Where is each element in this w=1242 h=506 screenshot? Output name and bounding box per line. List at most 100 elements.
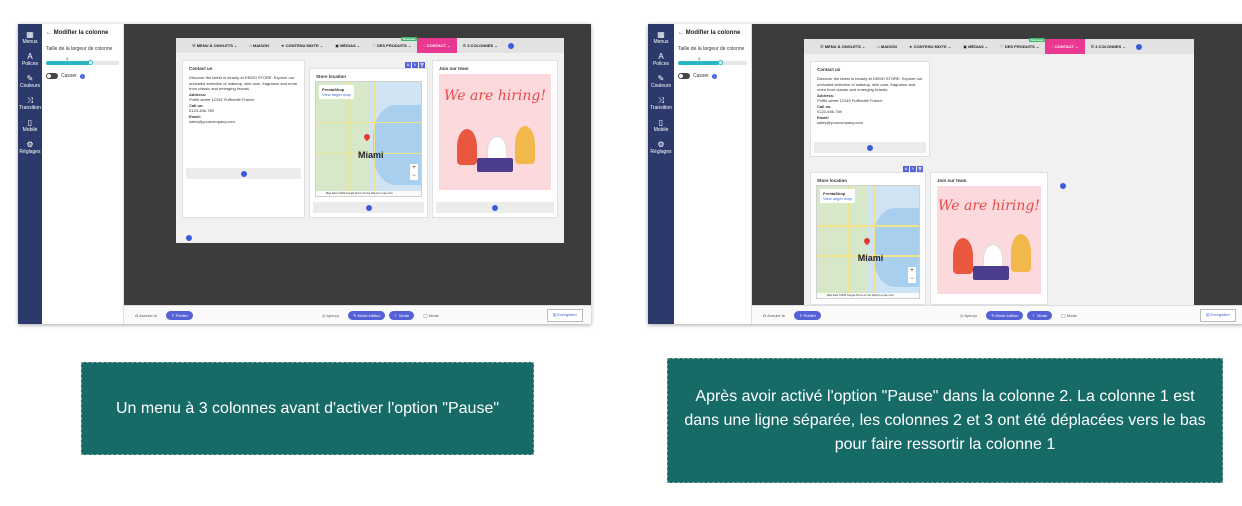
- add-block-bar[interactable]: [436, 202, 554, 213]
- save-button[interactable]: 🖫 Enregistrer: [1199, 308, 1236, 322]
- side-navigation: ▦ Menus A Polices ✎ Couleurs ⤨ Transition ▯ M…: [18, 24, 42, 324]
- delete-icon[interactable]: 🗑: [917, 166, 923, 172]
- column-contact[interactable]: Contact us Discover the latest in beauty…: [810, 61, 930, 157]
- break-option: Casser ?: [678, 73, 747, 79]
- menu-item-contact[interactable]: ◌ CONTACT ⌄: [417, 38, 457, 53]
- menu-item-contact[interactable]: ◌ CONTACT ⌄: [1045, 39, 1085, 54]
- add-block-button[interactable]: [492, 204, 498, 211]
- nav-item-fonts[interactable]: A Polices: [22, 52, 38, 67]
- menu-item-mixed[interactable]: ★ CONTENU MIXTE ⌄: [903, 39, 957, 54]
- add-row-button[interactable]: [186, 228, 192, 246]
- duplicate-icon[interactable]: ⧉: [405, 62, 411, 68]
- break-label: Casser: [61, 73, 77, 79]
- mobile-icon: ▯: [658, 118, 664, 127]
- brush-icon: ✎: [26, 74, 34, 83]
- duplicate-icon[interactable]: ⧉: [903, 166, 909, 172]
- column-join-team[interactable]: Join our team We are hiring!: [930, 172, 1048, 305]
- zoom-controls[interactable]: + −: [908, 266, 916, 283]
- nav-item-transition[interactable]: ⤨ Transition: [650, 96, 672, 111]
- edit-icon[interactable]: ✎: [412, 62, 418, 68]
- light-mode-button[interactable]: ◯ Mode: [418, 311, 444, 320]
- address-value: Puffin street 12345 Puffinville France: [189, 97, 255, 102]
- editor-bottom-bar: ⎌ Annuler le ⇪ Publier ◎ Aperçu ✎ Mode é…: [124, 305, 591, 324]
- break-toggle[interactable]: [46, 73, 58, 79]
- undo-button[interactable]: ⎌ Annuler le: [130, 311, 162, 320]
- menu-item-media[interactable]: ▣ MÉDIAS ⌄: [957, 39, 994, 54]
- contact-intro: Discover the latest in beauty at DEMO ST…: [189, 75, 298, 91]
- column-store-location[interactable]: ⧉ ✎ 🗑 Store location PrestaShop View larger…: [810, 166, 926, 305]
- column-join-team[interactable]: Join our team We are hiring!: [432, 60, 558, 218]
- nav-item-transition[interactable]: ⤨ Transition: [19, 96, 41, 111]
- menu-item-label: ♡ DES PRODUITS ⌄: [1000, 44, 1040, 49]
- add-block-bar[interactable]: [313, 202, 424, 213]
- illustration-desk: [477, 158, 513, 172]
- dark-mode-button[interactable]: ☾ Mode: [389, 310, 415, 320]
- light-mode-button[interactable]: ◯ Mode: [1056, 311, 1082, 320]
- map-road: [817, 225, 919, 227]
- nav-item-colors[interactable]: ✎ Couleurs: [20, 74, 40, 89]
- column-contact[interactable]: Contact us Discover the latest in beauty…: [182, 60, 305, 218]
- view-larger-map-link[interactable]: View larger map: [823, 196, 852, 201]
- menu-item-tabs[interactable]: ☰ MENU À ONGLETS ⌄: [814, 39, 871, 54]
- menu-item-products[interactable]: ♡ DES PRODUITS ⌄ Nouveau: [366, 37, 418, 53]
- add-menu-item-button[interactable]: [507, 42, 514, 49]
- preview-button[interactable]: ◎ Aperçu: [955, 311, 982, 320]
- menu-preview: ☰ MENU À ONGLETS ⌄ ⌂ MAISON ★ CONTENU MI…: [176, 37, 564, 246]
- preview-button[interactable]: ◎ Aperçu: [317, 311, 344, 320]
- menu-item-3-columns[interactable]: ☰ 3 COLONNES ⌄: [457, 38, 504, 53]
- nav-item-colors[interactable]: ✎ Couleurs: [651, 74, 671, 89]
- add-column-button[interactable]: [1060, 176, 1066, 194]
- nav-item-menus[interactable]: ▦ Menus: [22, 30, 37, 45]
- menu-item-home[interactable]: ⌂ MAISON: [871, 39, 903, 54]
- add-block-button[interactable]: [240, 170, 247, 177]
- publish-button[interactable]: ⇪ Publier: [794, 310, 822, 320]
- menu-item-mixed[interactable]: ★ CONTENU MIXTE ⌄: [275, 38, 329, 53]
- edit-icon[interactable]: ✎: [910, 166, 916, 172]
- add-block-bar[interactable]: [186, 168, 301, 179]
- nav-label: Couleurs: [19, 83, 40, 89]
- slider-handle[interactable]: [88, 60, 94, 65]
- column-width-label: Taille de la largeur de colonne: [678, 46, 745, 52]
- menu-item-products[interactable]: ♡ DES PRODUITS ⌄ Nouveau: [994, 38, 1046, 54]
- edit-mode-button[interactable]: ✎ Mode édition: [986, 310, 1024, 320]
- nav-item-settings[interactable]: ⚙ Réglages: [650, 140, 671, 155]
- menu-item-media[interactable]: ▣ MÉDIAS ⌄: [329, 38, 366, 53]
- add-block-button[interactable]: [365, 204, 372, 211]
- dark-mode-button[interactable]: ☾ Mode: [1027, 310, 1053, 320]
- help-icon[interactable]: ?: [79, 73, 85, 79]
- slider-handle[interactable]: [718, 60, 724, 65]
- add-block-bar[interactable]: [814, 142, 926, 153]
- menu-item-home[interactable]: ⌂ MAISON: [243, 38, 275, 53]
- store-map[interactable]: PrestaShop View larger map Miami + − Map d…: [315, 81, 422, 197]
- view-larger-map-link[interactable]: View larger map: [322, 92, 351, 97]
- menu-item-3-columns[interactable]: ☰ 3 COLONNES ⌄: [1085, 39, 1132, 54]
- add-column-icon[interactable]: [1060, 183, 1066, 189]
- column-store-location[interactable]: ⧉ ✎ 🗑 Store location PrestaShop View larger…: [309, 62, 428, 218]
- undo-button[interactable]: ⎌ Annuler le: [758, 311, 790, 320]
- nav-item-settings[interactable]: ⚙ Réglages: [19, 140, 40, 155]
- save-button[interactable]: 🖫 Enregistrer: [546, 308, 583, 322]
- back-button[interactable]: ← Modifier la colonne: [678, 30, 747, 36]
- menu-item-tabs[interactable]: ☰ MENU À ONGLETS ⌄: [186, 38, 243, 53]
- break-toggle[interactable]: [678, 73, 690, 79]
- nav-item-menus[interactable]: ▦ Menus: [653, 30, 668, 45]
- add-menu-item-button[interactable]: [1135, 43, 1142, 50]
- delete-icon[interactable]: 🗑: [419, 62, 425, 68]
- column-width-slider[interactable]: [678, 60, 747, 65]
- nav-item-mobile[interactable]: ▯ Mobile: [23, 118, 38, 133]
- store-map[interactable]: PrestaShop View larger map Miami + − Map d…: [816, 185, 920, 299]
- zoom-controls[interactable]: + −: [410, 164, 418, 181]
- map-road: [347, 82, 349, 196]
- edit-mode-button[interactable]: ✎ Mode édition: [348, 310, 386, 320]
- call-label: Call us:: [817, 103, 832, 109]
- new-badge: Nouveau: [1028, 38, 1046, 42]
- back-button[interactable]: ← Modifier la colonne: [46, 30, 119, 36]
- nav-item-mobile[interactable]: ▯ Mobile: [654, 118, 669, 133]
- column-width-slider[interactable]: [46, 60, 119, 65]
- publish-button[interactable]: ⇪ Publier: [166, 310, 194, 320]
- help-icon[interactable]: ?: [711, 73, 717, 79]
- nav-item-fonts[interactable]: A Polices: [653, 52, 669, 67]
- add-row-icon[interactable]: [186, 235, 192, 241]
- add-block-button[interactable]: [867, 144, 873, 151]
- nav-label: Transition: [19, 105, 41, 111]
